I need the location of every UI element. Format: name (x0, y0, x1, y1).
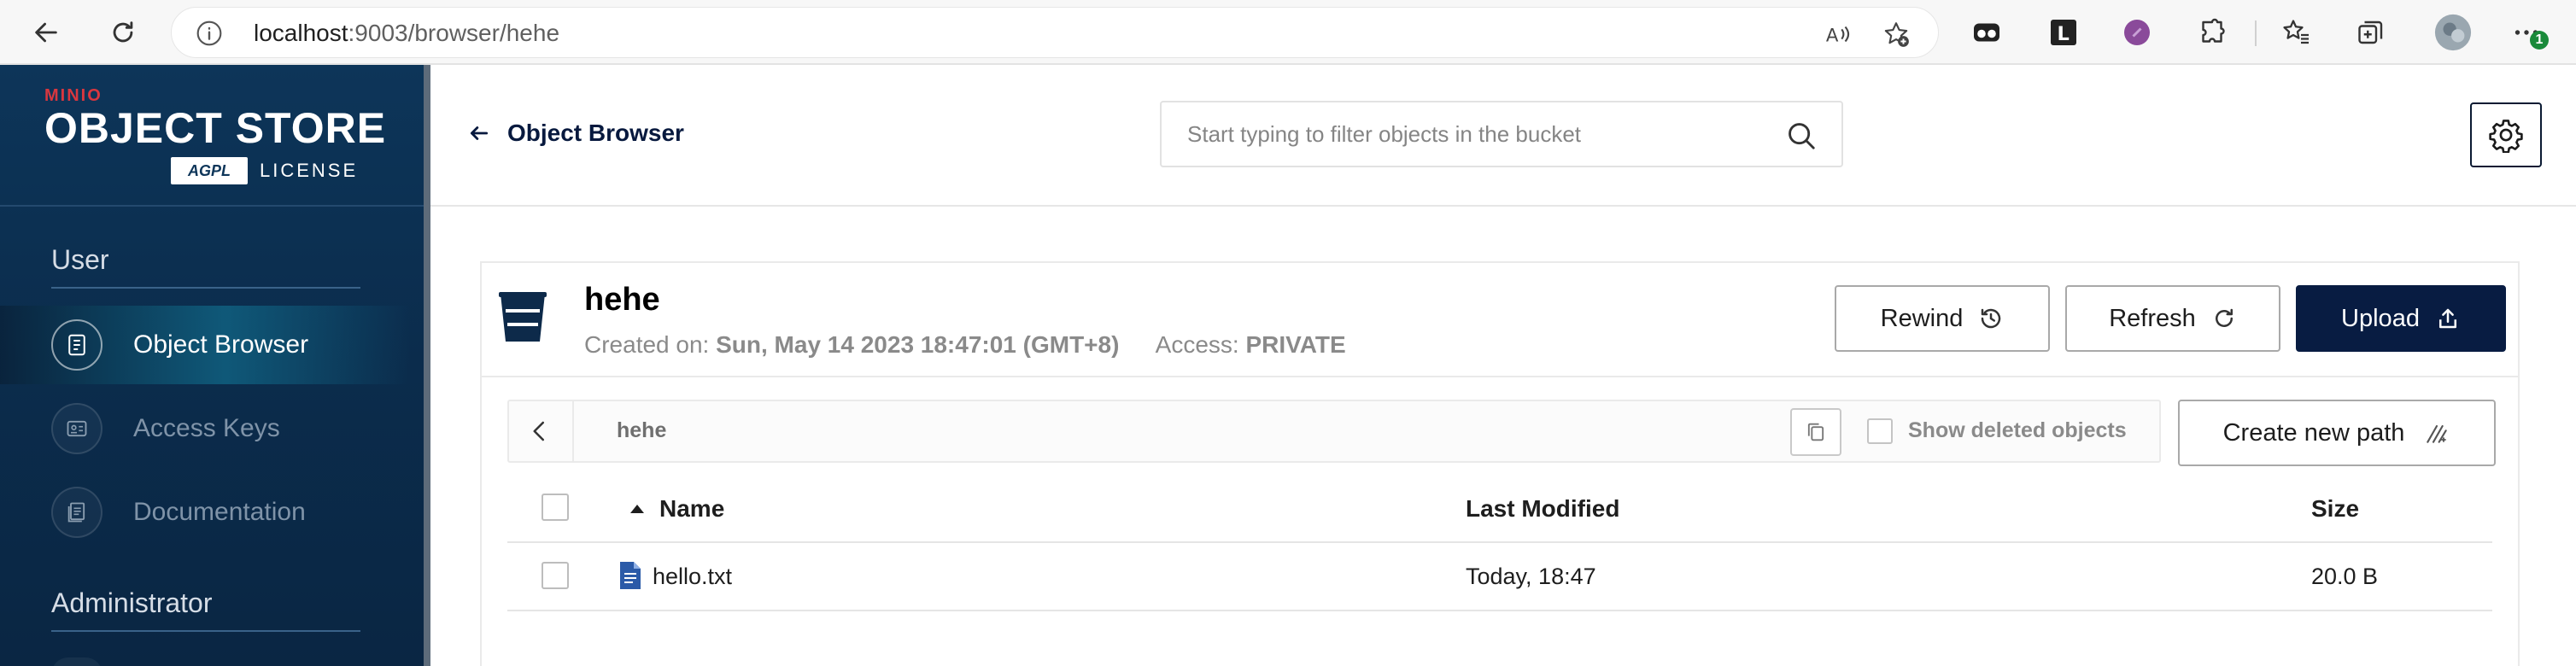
sidebar-edge (424, 65, 430, 666)
chevron-left-icon (533, 421, 544, 441)
documentation-icon (51, 487, 102, 538)
sidebar-divider (0, 205, 424, 207)
sidebar-item-label: Access Keys (133, 414, 280, 442)
breadcrumb[interactable]: hehe (617, 418, 666, 443)
object-name[interactable]: hello.txt (653, 564, 732, 590)
path-back-button[interactable] (507, 400, 574, 463)
profile-avatar[interactable] (2433, 12, 2474, 53)
row-checkbox[interactable] (542, 562, 569, 589)
object-size: 20.0 B (2311, 564, 2379, 589)
back-arrow-icon (470, 126, 489, 140)
extension-purple-circle-icon[interactable] (2120, 15, 2154, 50)
sidebar-section-underline (51, 630, 360, 632)
logo-product: OBJECT STORE (44, 104, 387, 152)
object-browser-icon (51, 319, 102, 371)
object-filter-search (1160, 101, 1843, 167)
back-arrow-icon[interactable] (22, 9, 70, 56)
address-url: localhost:9003/browser/hehe (254, 20, 560, 46)
copy-path-button[interactable] (1790, 408, 1841, 456)
text-file-icon (620, 562, 641, 589)
upload-label: Upload (2341, 304, 2420, 332)
sidebar-section-user: User (51, 244, 109, 275)
object-last-modified: Today, 18:47 (1466, 564, 1596, 589)
svg-text:L: L (2058, 23, 2070, 45)
history-icon (1982, 308, 2001, 329)
copy-icon (1807, 423, 1824, 441)
create-new-path-button[interactable]: Create new path (2178, 400, 2496, 466)
toolbar-divider (2255, 20, 2257, 46)
refresh-button[interactable]: Refresh (2065, 285, 2280, 352)
column-header-size[interactable]: Size (2311, 495, 2359, 523)
sidebar-next-item-icon (51, 657, 102, 666)
search-icon[interactable] (1785, 120, 1818, 156)
rewind-button[interactable]: Rewind (1835, 285, 2050, 352)
rewind-label: Rewind (1880, 304, 1964, 332)
column-header-last-modified[interactable]: Last Modified (1466, 495, 1619, 523)
created-label: Created on: (584, 331, 710, 358)
bucket-icon (497, 289, 548, 349)
extension-l-icon[interactable]: L (2046, 15, 2081, 50)
sidebar-item-access-keys[interactable]: Access Keys (0, 389, 410, 468)
back-label: Object Browser (507, 120, 684, 146)
sidebar-item-label: Documentation (133, 498, 306, 526)
sidebar-item-label: Object Browser (133, 330, 309, 359)
agpl-badge: AGPL (171, 157, 248, 184)
show-deleted-checkbox[interactable] (1867, 418, 1893, 444)
create-path-label: Create new path (2222, 418, 2405, 447)
license-row: AGPL LICENSE (171, 157, 358, 184)
show-deleted-label[interactable]: Show deleted objects (1908, 418, 2127, 443)
sidebar: MINIO OBJECT STORE AGPL LICENSE User Obj… (0, 65, 424, 666)
browser-toolbar: localhost:9003/browser/hehe A L 1 (0, 0, 2576, 65)
sidebar-item-object-browser[interactable]: Object Browser (0, 306, 410, 384)
refresh-label: Refresh (2109, 304, 2196, 332)
select-all-checkbox[interactable] (542, 494, 569, 521)
bucket-name: hehe (584, 282, 660, 318)
read-aloud-icon[interactable]: A (1824, 20, 1853, 49)
new-path-icon (2427, 424, 2448, 443)
gear-icon (2489, 120, 2523, 153)
settings-button[interactable] (2470, 102, 2542, 167)
upload-icon (2438, 308, 2456, 329)
reload-icon[interactable] (99, 9, 147, 56)
collections-icon[interactable] (2354, 15, 2388, 50)
refresh-icon (2215, 308, 2233, 327)
access-label: Access: (1155, 331, 1239, 358)
favorites-icon[interactable] (2279, 15, 2313, 50)
sidebar-section-underline (51, 287, 360, 289)
extension-goggles-icon[interactable] (1970, 15, 2004, 50)
logo-brand: MINIO (44, 86, 102, 105)
access-value: PRIVATE (1245, 331, 1346, 358)
sort-ascending-icon[interactable] (629, 502, 646, 516)
search-input[interactable] (1187, 102, 1768, 166)
upload-button[interactable]: Upload (2296, 285, 2506, 352)
created-value: Sun, May 14 2023 18:47:01 (GMT+8) (716, 331, 1120, 358)
add-favorite-icon[interactable] (1882, 20, 1911, 49)
license-label: LICENSE (260, 160, 359, 181)
sidebar-section-administrator: Administrator (51, 587, 213, 618)
address-bar[interactable]: localhost:9003/browser/hehe A (171, 7, 1939, 58)
svg-text:A: A (1826, 26, 1839, 47)
extensions-puzzle-icon[interactable] (2195, 15, 2229, 50)
update-badge: 1 (2530, 31, 2549, 50)
minio-logo[interactable]: MINIO OBJECT STORE AGPL LICENSE (44, 86, 387, 184)
sidebar-item-documentation[interactable]: Documentation (0, 473, 410, 552)
bucket-meta: Created on: Sun, May 14 2023 18:47:01 (G… (584, 331, 1346, 359)
column-header-name[interactable]: Name (659, 495, 724, 523)
site-info-icon[interactable] (196, 20, 223, 51)
access-keys-icon (51, 403, 102, 454)
back-to-object-browser[interactable]: Object Browser (468, 120, 684, 147)
